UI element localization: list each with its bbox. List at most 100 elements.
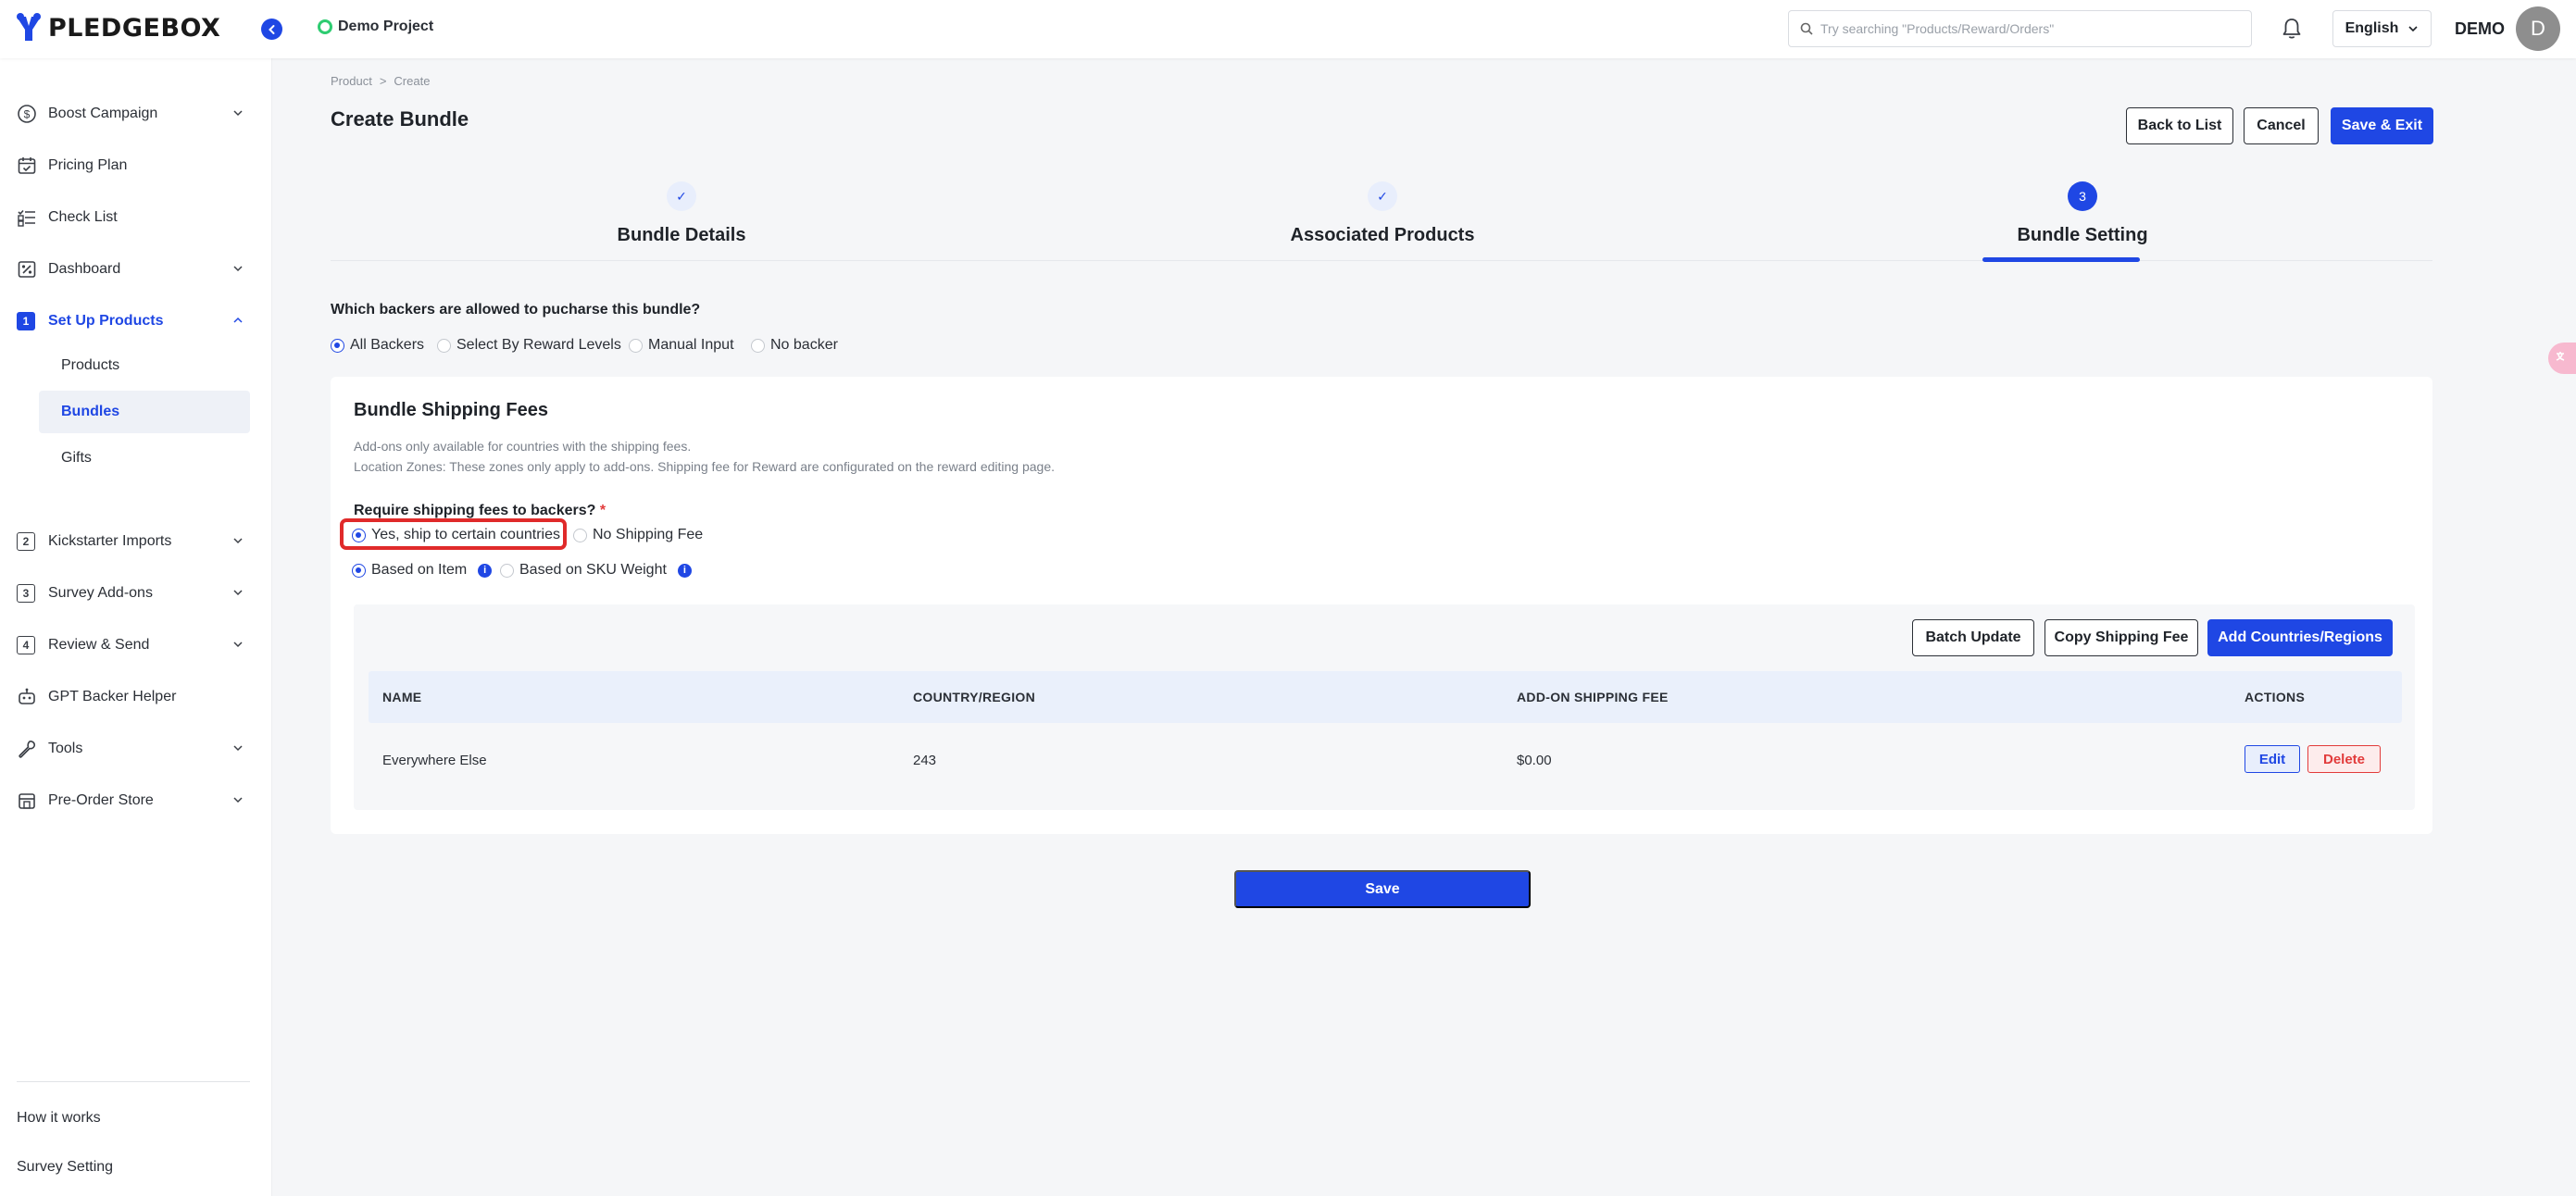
dollar-circle-icon: $ — [18, 105, 36, 123]
active-step-indicator — [1982, 257, 2140, 262]
sidebar-subitem-products[interactable]: Products — [39, 344, 250, 387]
step-associated-products[interactable]: Associated Products — [1291, 225, 1475, 246]
translate-icon — [2556, 352, 2565, 361]
floating-helper-tab[interactable] — [2548, 343, 2576, 374]
require-shipping-label: Require shipping fees to backers? * — [354, 503, 606, 519]
required-marker: * — [599, 503, 606, 518]
step-current-icon: 3 — [2068, 181, 2097, 211]
step-number-icon: 2 — [17, 532, 35, 551]
save-button[interactable]: Save — [1234, 870, 1531, 908]
shipping-desc-line-2: Location Zones: These zones only apply t… — [354, 459, 1056, 474]
chevron-down-icon — [233, 745, 243, 752]
sidebar-item-dashboard[interactable]: Dashboard — [0, 249, 272, 290]
sidebar-item-label: Review & Send — [48, 637, 150, 653]
sidebar-item-gpt-backer-helper[interactable]: GPT Backer Helper — [0, 677, 272, 717]
radio-select-by-reward-levels[interactable]: Select By Reward Levels — [437, 337, 621, 354]
search-box[interactable] — [1788, 10, 2252, 47]
radio-label: Based on SKU Weight — [519, 562, 667, 578]
robot-icon — [19, 688, 35, 704]
chevron-down-icon — [2408, 26, 2418, 32]
radio-icon — [500, 563, 514, 578]
avatar[interactable]: D — [2516, 6, 2560, 51]
survey-setting-link[interactable]: Survey Setting — [17, 1159, 113, 1176]
radio-label: No backer — [770, 337, 838, 353]
chevron-down-icon — [233, 538, 243, 544]
step-number-icon: 4 — [17, 636, 35, 654]
language-selector[interactable]: English — [2332, 10, 2432, 47]
table-header: NAME COUNTRY/REGION ADD-ON SHIPPING FEE … — [369, 671, 2402, 723]
bell-icon[interactable] — [2280, 17, 2304, 41]
sidebar-item-kickstarter-imports[interactable]: 2 Kickstarter Imports — [0, 521, 272, 562]
svg-text:$: $ — [24, 108, 31, 121]
project-selector[interactable]: Demo Project — [318, 19, 433, 35]
radio-label: Based on Item — [371, 562, 468, 578]
sidebar-item-check-list[interactable]: Check List — [0, 197, 272, 238]
percent-chart-icon — [18, 261, 36, 278]
store-icon — [19, 793, 35, 809]
how-it-works-link[interactable]: How it works — [17, 1110, 101, 1127]
wrench-icon — [19, 741, 35, 758]
sidebar-item-label: Tools — [48, 741, 83, 756]
search-input[interactable] — [1820, 21, 2228, 36]
radio-label: Manual Input — [648, 337, 734, 353]
radio-based-on-item[interactable]: Based on Item i — [352, 562, 493, 579]
chevron-up-icon — [233, 317, 243, 323]
breadcrumb-root[interactable]: Product — [331, 74, 372, 88]
sidebar-item-set-up-products[interactable]: 1 Set Up Products — [0, 301, 272, 342]
add-countries-regions-button[interactable]: Add Countries/Regions — [2207, 619, 2393, 656]
radio-label: All Backers — [350, 337, 425, 353]
backers-question: Which backers are allowed to pucharse th… — [331, 302, 701, 318]
step-bundle-setting[interactable]: Bundle Setting — [2017, 225, 2147, 246]
save-exit-button[interactable]: Save & Exit — [2331, 107, 2433, 144]
radio-no-backer[interactable]: No backer — [751, 337, 838, 354]
info-icon[interactable]: i — [677, 563, 692, 578]
sidebar-collapse-button[interactable] — [261, 19, 282, 40]
chevron-down-icon — [233, 266, 243, 272]
sidebar-item-label: Dashboard — [48, 261, 121, 277]
step-bundle-details[interactable]: Bundle Details — [618, 225, 746, 246]
column-header-name: NAME — [382, 690, 422, 704]
table-row: Everywhere Else 243 $0.00 Edit Delete — [369, 729, 2402, 791]
column-header-actions: ACTIONS — [2245, 690, 2306, 704]
sidebar-item-tools[interactable]: Tools — [0, 729, 272, 769]
radio-label: No Shipping Fee — [593, 527, 704, 542]
sidebar-item-boost-campaign[interactable]: $ Boost Campaign — [0, 93, 272, 134]
sidebar-item-pricing-plan[interactable]: Pricing Plan — [0, 145, 272, 186]
project-name: Demo Project — [338, 19, 434, 34]
info-icon[interactable]: i — [478, 563, 493, 578]
delete-button[interactable]: Delete — [2307, 745, 2381, 773]
chevron-down-icon — [233, 797, 243, 804]
pledgebox-logo-icon — [17, 13, 41, 41]
sidebar-item-label: Pre-Order Store — [48, 792, 154, 808]
project-status-icon — [318, 19, 332, 34]
cancel-button[interactable]: Cancel — [2244, 107, 2319, 144]
sidebar-subitem-bundles[interactable]: Bundles — [39, 391, 250, 433]
breadcrumb: Product > Create — [331, 74, 437, 88]
radio-no-shipping-fee[interactable]: No Shipping Fee — [573, 527, 703, 543]
breadcrumb-separator: > — [379, 74, 387, 88]
batch-update-button[interactable]: Batch Update — [1912, 619, 2034, 656]
sidebar-item-pre-order-store[interactable]: Pre-Order Store — [0, 780, 272, 821]
sidebar-item-label: Boost Campaign — [48, 106, 158, 121]
radio-icon — [437, 338, 451, 353]
sidebar-item-survey-add-ons[interactable]: 3 Survey Add-ons — [0, 573, 272, 614]
cell-country-count: 243 — [913, 753, 937, 768]
logo[interactable]: PLEDGEBOX — [15, 13, 220, 43]
back-to-list-button[interactable]: Back to List — [2126, 107, 2233, 144]
calendar-check-icon — [18, 157, 36, 174]
logo-text: PLEDGEBOX — [48, 13, 221, 43]
radio-icon — [629, 338, 643, 353]
copy-shipping-fee-button[interactable]: Copy Shipping Fee — [2045, 619, 2198, 656]
highlight-box — [340, 518, 567, 550]
chevron-left-icon — [268, 24, 274, 34]
user-name[interactable]: DEMO — [2455, 19, 2505, 39]
chevron-down-icon — [233, 110, 243, 117]
radio-manual-input[interactable]: Manual Input — [629, 337, 734, 354]
radio-selected-icon — [331, 338, 344, 353]
edit-button[interactable]: Edit — [2245, 745, 2300, 773]
sidebar: $ Boost Campaign Pricing Plan Check List… — [0, 58, 272, 1196]
radio-all-backers[interactable]: All Backers — [331, 337, 424, 354]
sidebar-item-review-send[interactable]: 4 Review & Send — [0, 625, 272, 666]
sidebar-subitem-gifts[interactable]: Gifts — [39, 437, 250, 480]
radio-based-on-sku-weight[interactable]: Based on SKU Weight i — [500, 562, 692, 579]
